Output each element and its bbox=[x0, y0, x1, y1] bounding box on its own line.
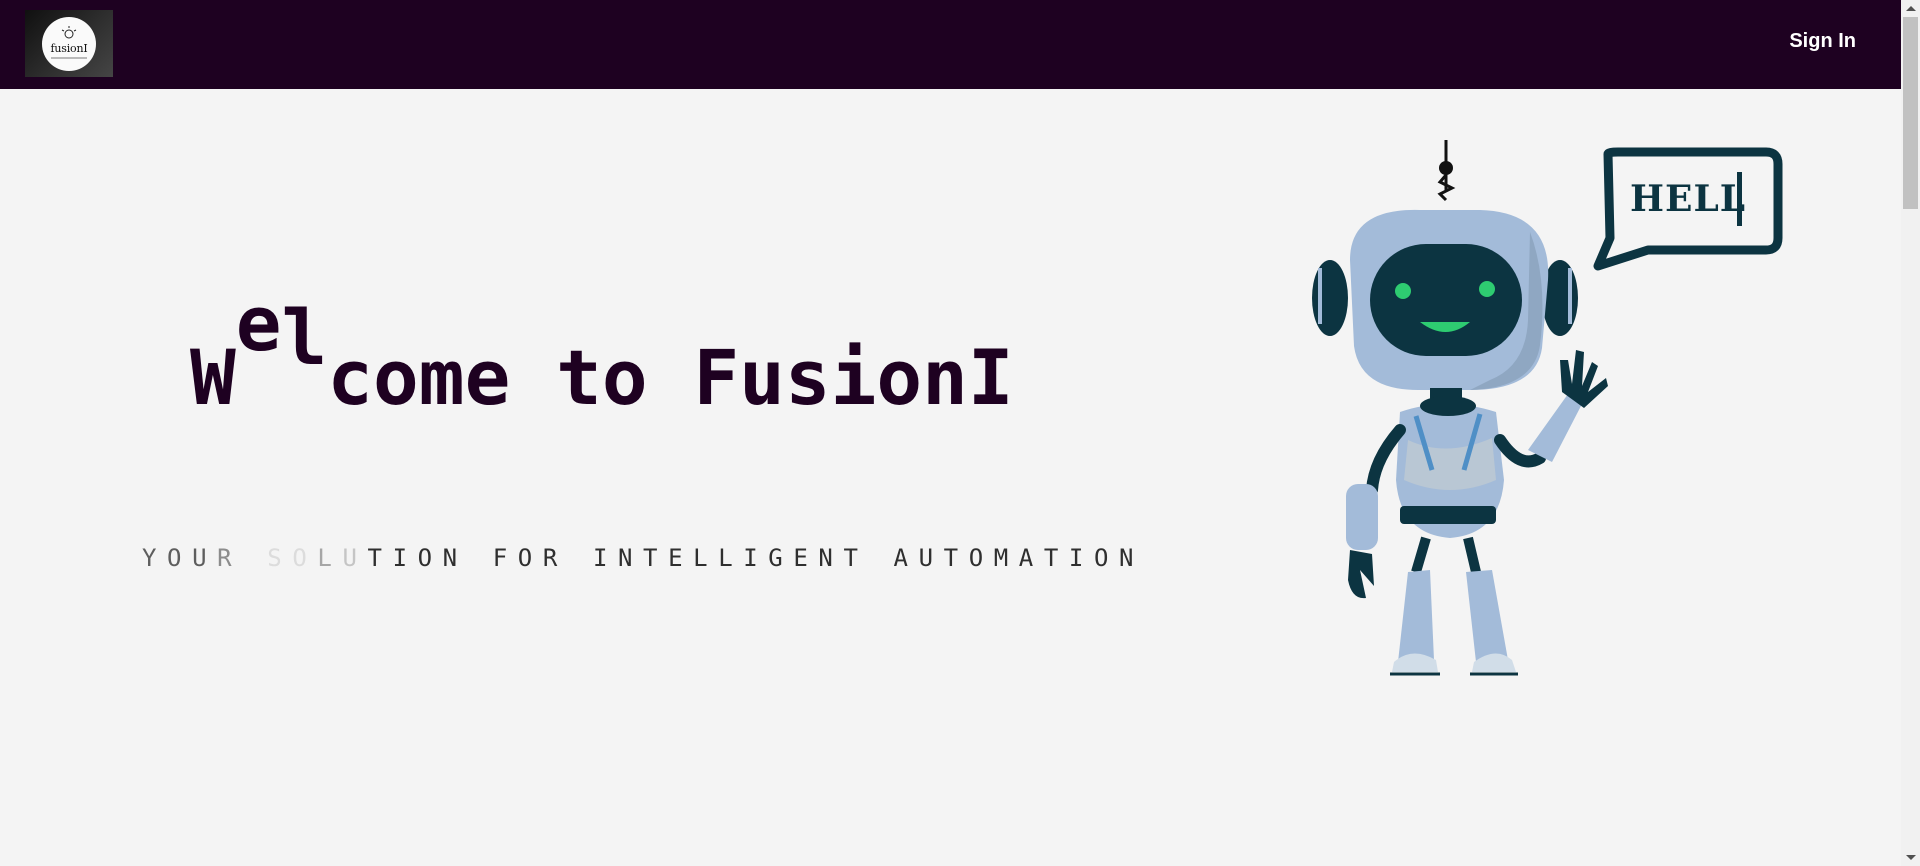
scroll-up-icon[interactable] bbox=[1906, 6, 1916, 11]
top-navbar: fusionI Sign In bbox=[0, 0, 1901, 89]
subtitle-part: R bbox=[217, 544, 268, 572]
title-letter-l: l bbox=[281, 293, 328, 382]
logo-text: fusionI bbox=[50, 42, 88, 55]
title-letter-e: e bbox=[235, 279, 282, 368]
hero-subtitle: YOUR SOLUTION FOR INTELLIGENT AUTOMATION bbox=[142, 544, 1144, 572]
logo[interactable]: fusionI bbox=[25, 10, 113, 77]
subtitle-part: TION FOR INTELLIGENT AUTOMATION bbox=[367, 544, 1145, 572]
subtitle-part: YOU bbox=[142, 544, 218, 572]
title-letter-w: W bbox=[190, 333, 236, 422]
scrollbar[interactable] bbox=[1901, 0, 1920, 866]
logo-badge: fusionI bbox=[42, 17, 96, 71]
hero-title: Welcome to FusionI bbox=[190, 286, 1014, 422]
bubble-text: HELL bbox=[1630, 178, 1747, 220]
scroll-down-icon[interactable] bbox=[1906, 855, 1916, 860]
title-rest: come to FusionI bbox=[327, 333, 1014, 422]
subtitle-part: L bbox=[317, 544, 343, 572]
robot-illustration bbox=[1312, 140, 1608, 676]
subtitle-part: S bbox=[267, 544, 293, 572]
logo-tagline bbox=[51, 57, 87, 59]
typing-cursor bbox=[1737, 172, 1742, 226]
scroll-thumb[interactable] bbox=[1903, 17, 1918, 209]
subtitle-part: U bbox=[342, 544, 368, 572]
subtitle-part: O bbox=[292, 544, 318, 572]
sign-in-button[interactable]: Sign In bbox=[1789, 30, 1856, 53]
